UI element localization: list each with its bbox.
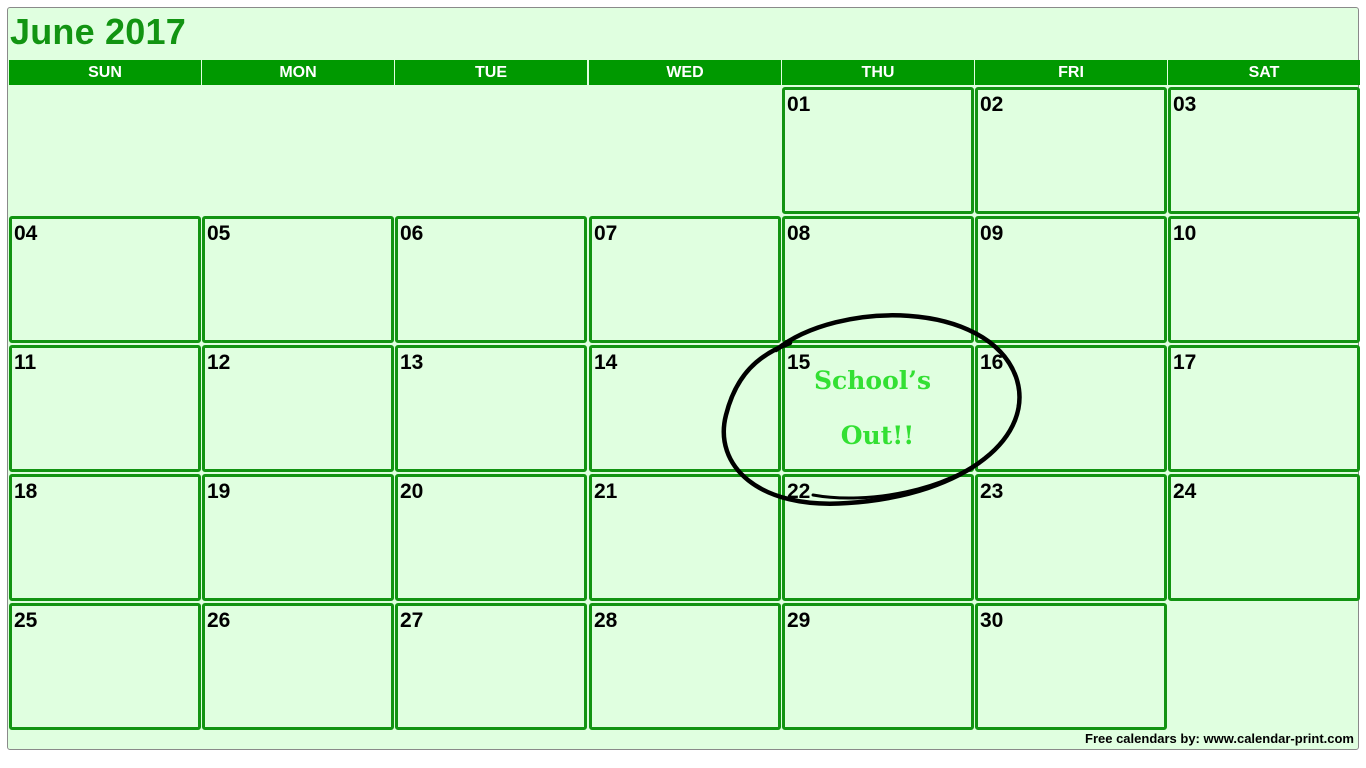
day-number: 02 (980, 93, 1004, 116)
day-number: 01 (787, 93, 811, 116)
day-number: 08 (787, 222, 811, 245)
day-cell-13[interactable]: 13 (395, 345, 587, 472)
day-cell-27[interactable]: 27 (395, 603, 587, 730)
weekday-header-sun: SUN (9, 60, 201, 85)
day-number: 14 (594, 351, 618, 374)
day-number: 29 (787, 609, 811, 632)
day-number: 11 (14, 351, 37, 374)
day-number: 18 (14, 480, 38, 503)
day-number: 12 (207, 351, 231, 374)
day-cell-09[interactable]: 09 (975, 216, 1167, 343)
weekday-header-wed: WED (589, 60, 781, 85)
day-cell-21[interactable]: 21 (589, 474, 781, 601)
day-cell-11[interactable]: 11 (9, 345, 201, 472)
day-number: 10 (1173, 222, 1197, 245)
day-cell-22[interactable]: 22 (782, 474, 974, 601)
day-number: 22 (787, 480, 811, 503)
footer-credit: Free calendars by: www.calendar-print.co… (1085, 731, 1354, 746)
note-line-2: Out!! (840, 421, 915, 450)
day-cell-01[interactable]: 01 (782, 87, 974, 214)
day-number: 25 (14, 609, 38, 632)
day-number: 16 (980, 351, 1004, 374)
day-number: 21 (594, 480, 618, 503)
day-cell-19[interactable]: 19 (202, 474, 394, 601)
day-number: 17 (1173, 351, 1197, 374)
day-cell-26[interactable]: 26 (202, 603, 394, 730)
day-number: 03 (1173, 93, 1197, 116)
day-number: 06 (400, 222, 424, 245)
day-cell-20[interactable]: 20 (395, 474, 587, 601)
day-number: 09 (980, 222, 1004, 245)
day-cell-12[interactable]: 12 (202, 345, 394, 472)
day-cell-24[interactable]: 24 (1168, 474, 1360, 601)
day-cell-16[interactable]: 16 (975, 345, 1167, 472)
day-cell-28[interactable]: 28 (589, 603, 781, 730)
day-cell-06[interactable]: 06 (395, 216, 587, 343)
day-number: 23 (980, 480, 1004, 503)
day-number: 19 (207, 480, 231, 503)
weekday-header-mon: MON (202, 60, 394, 85)
day-number: 24 (1173, 480, 1197, 503)
day-cell-30[interactable]: 30 (975, 603, 1167, 730)
day-number: 30 (980, 609, 1004, 632)
day-number: 20 (400, 480, 424, 503)
weekday-header-sat: SAT (1168, 60, 1360, 85)
day-cell-18[interactable]: 18 (9, 474, 201, 601)
note-line-1: School’s (813, 366, 932, 395)
day-cell-05[interactable]: 05 (202, 216, 394, 343)
day-number: 05 (207, 222, 231, 245)
day-cell-17[interactable]: 17 (1168, 345, 1360, 472)
day-cell-08[interactable]: 08 (782, 216, 974, 343)
day-cell-29[interactable]: 29 (782, 603, 974, 730)
day-number: 07 (594, 222, 618, 245)
day-cell-07[interactable]: 07 (589, 216, 781, 343)
day-cell-03[interactable]: 03 (1168, 87, 1360, 214)
calendar-title: June 2017 (10, 11, 186, 52)
day-number: 04 (14, 222, 38, 245)
day-cell-23[interactable]: 23 (975, 474, 1167, 601)
weekday-header-fri: FRI (975, 60, 1167, 85)
day-cell-14[interactable]: 14 (589, 345, 781, 472)
day-number: 26 (207, 609, 231, 632)
weekday-header-thu: THU (782, 60, 974, 85)
day-number: 13 (400, 351, 424, 374)
day-number: 28 (594, 609, 618, 632)
day-cell-15[interactable]: 15 (782, 345, 974, 472)
day-number: 27 (400, 609, 424, 632)
day-cell-02[interactable]: 02 (975, 87, 1167, 214)
weekday-header-tue: TUE (395, 60, 587, 85)
day-cell-10[interactable]: 10 (1168, 216, 1360, 343)
day-cell-25[interactable]: 25 (9, 603, 201, 730)
day-cell-04[interactable]: 04 (9, 216, 201, 343)
